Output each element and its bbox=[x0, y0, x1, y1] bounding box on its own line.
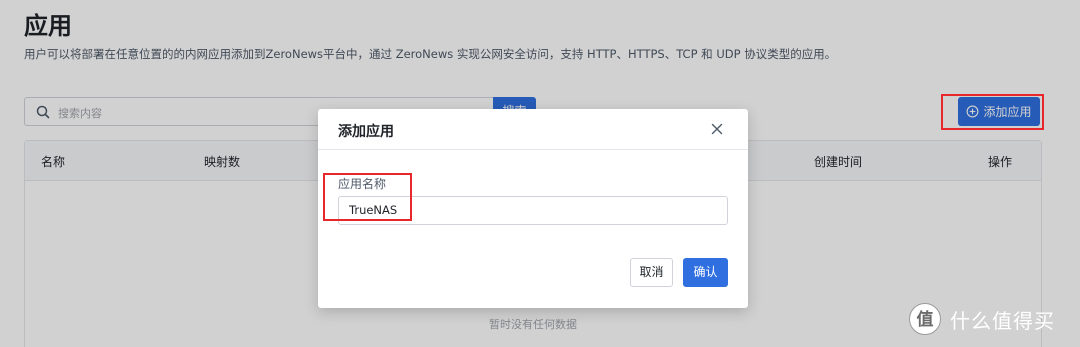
cancel-button[interactable]: 取消 bbox=[630, 258, 673, 287]
annotation-highlight-app-name bbox=[323, 173, 412, 221]
watermark-logo-icon: 值 bbox=[909, 303, 941, 335]
close-icon[interactable] bbox=[710, 122, 724, 136]
watermark: 值 什么值得买 bbox=[908, 302, 1055, 336]
watermark-logo-glyph: 值 bbox=[917, 309, 934, 330]
confirm-button[interactable]: 确认 bbox=[683, 258, 728, 287]
annotation-highlight-add-button bbox=[941, 94, 1044, 130]
dialog-title: 添加应用 bbox=[338, 124, 394, 140]
watermark-text: 什么值得买 bbox=[950, 308, 1055, 333]
dialog-header: 添加应用 bbox=[318, 109, 748, 150]
